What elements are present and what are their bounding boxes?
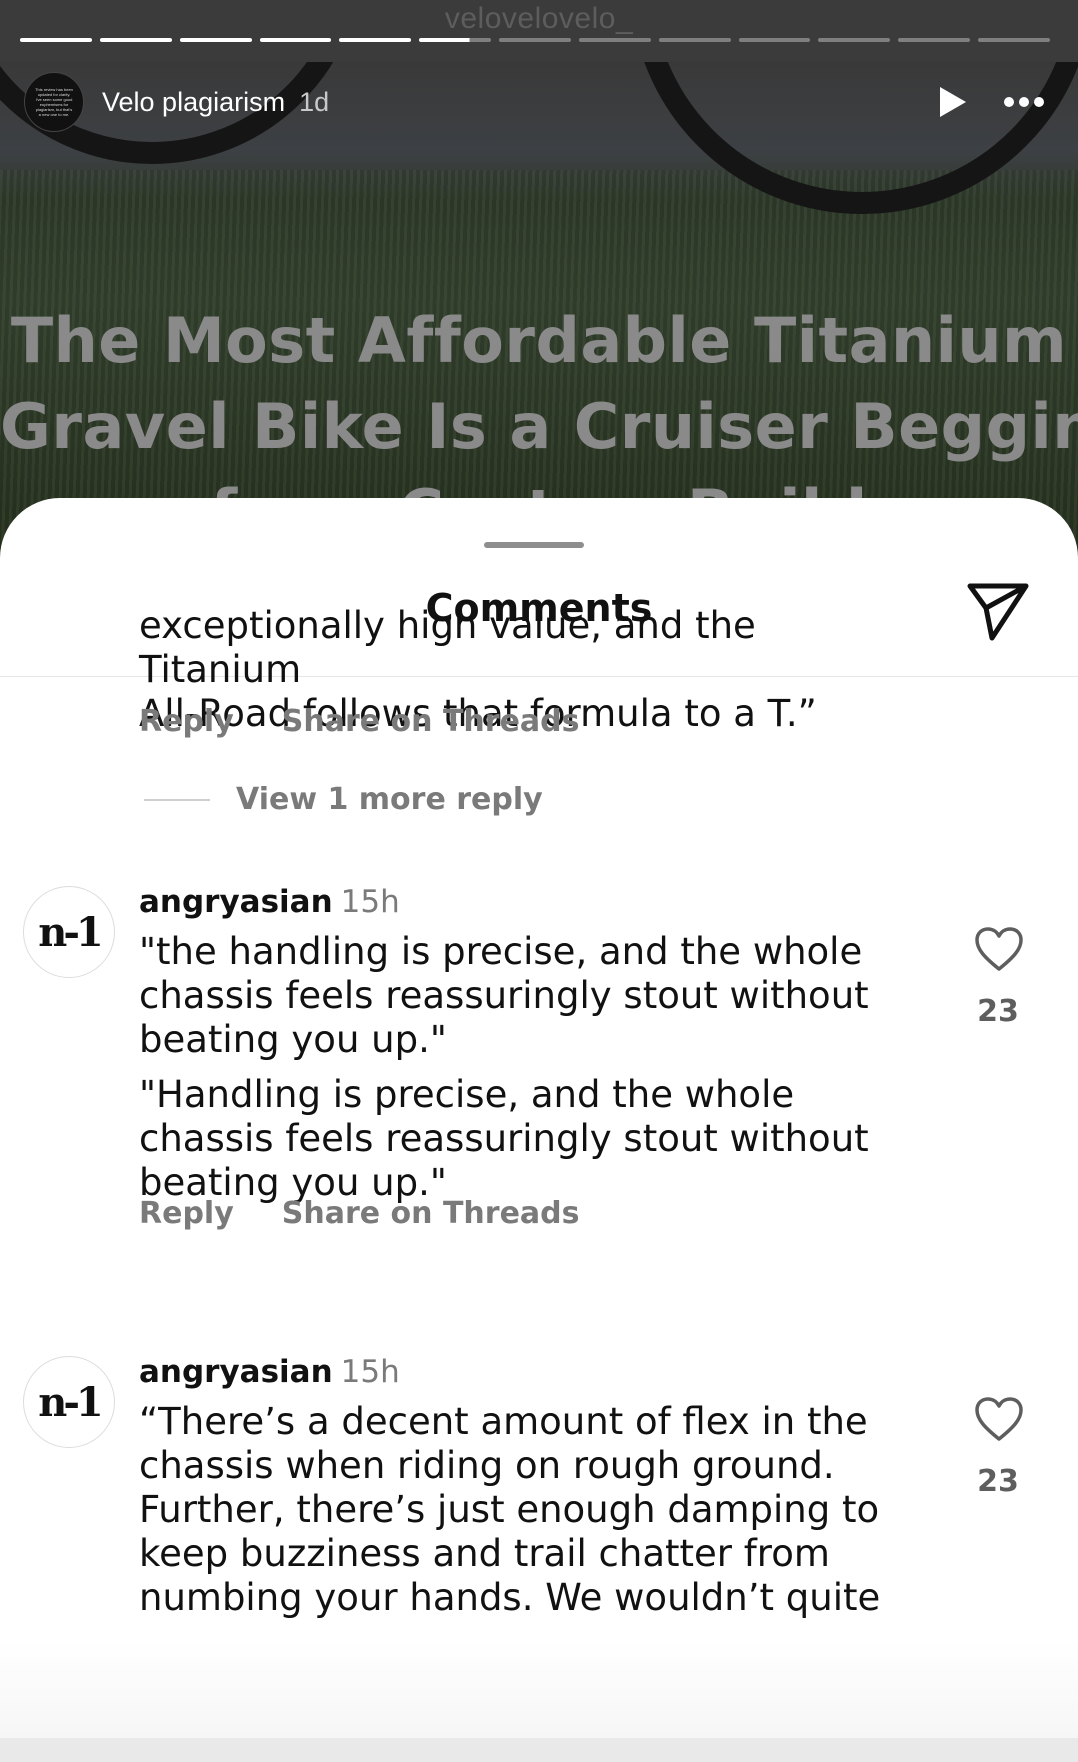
comment-line: chassis feels reassuringly stout without — [139, 974, 869, 1017]
story-progress-segment — [658, 38, 731, 42]
story-avatar-text: a new one to me. — [38, 112, 70, 117]
story-progress-segment — [339, 38, 412, 42]
comment-actions: Reply Share on Threads — [139, 1196, 580, 1231]
comment-line: keep buzziness and trail chatter from — [139, 1532, 830, 1575]
more-options-icon[interactable] — [1004, 97, 1044, 107]
headline-line: The Most Affordable Titanium — [10, 304, 1068, 377]
share-on-threads-button[interactable]: Share on Threads — [282, 704, 580, 739]
story-progress-segment — [818, 38, 891, 42]
story-avatar[interactable]: This review has been updated for clarity.… — [24, 72, 84, 132]
story-background: velovelovelo_ This review has been update… — [0, 0, 1078, 560]
heart-icon[interactable] — [974, 1396, 1024, 1442]
comment-text: "the handling is precise, and the whole … — [139, 930, 899, 1062]
comment-line: beating you up." — [139, 1018, 447, 1061]
like-count: 23 — [977, 994, 1019, 1029]
play-icon[interactable] — [940, 87, 966, 117]
comment-username[interactable]: angryasian — [139, 1354, 333, 1390]
story-progress-segment — [20, 38, 92, 42]
reply-button[interactable]: Reply — [139, 704, 234, 739]
comment-line: "Handling is precise, and the whole — [139, 1073, 795, 1116]
story-title[interactable]: Velo plagiarism — [102, 87, 285, 118]
story-age: 1d — [299, 86, 330, 117]
story-progress-segment — [898, 38, 971, 42]
comment-line: “There’s a decent amount of flex in the — [139, 1400, 868, 1443]
bottom-bar — [0, 1738, 1078, 1762]
reply-button[interactable]: Reply — [139, 1196, 234, 1231]
comment-time: 15h — [340, 884, 400, 920]
sheet-grabber-handle[interactable] — [484, 542, 584, 548]
story-progress-segment — [99, 38, 172, 42]
comment-line: chassis feels reassuringly stout without — [139, 1117, 869, 1160]
comment-line: Further, there’s just enough damping to — [139, 1488, 880, 1531]
like-count: 23 — [977, 1464, 1019, 1499]
story-progress-segment — [419, 38, 492, 42]
comment-line: exceptionally high value, and the Titani… — [139, 604, 756, 691]
comment-line: numbing your hands. We wouldn’t quite — [139, 1576, 881, 1619]
story-handle: velovelovelo_ — [444, 2, 634, 35]
view-more-line — [144, 798, 210, 801]
comment-time: 15h — [340, 1354, 400, 1390]
story-progress-segment — [259, 38, 332, 42]
comment-header: angryasian 15h — [139, 1354, 400, 1390]
comment-text-quote: "Handling is precise, and the whole chas… — [139, 1073, 899, 1205]
view-more-replies[interactable]: View 1 more reply — [144, 782, 543, 817]
view-more-replies-label[interactable]: View 1 more reply — [236, 782, 543, 817]
avatar[interactable]: n-1 — [23, 886, 115, 978]
story-progress-segment — [578, 38, 651, 42]
avatar[interactable]: n-1 — [23, 1356, 115, 1448]
share-on-threads-button[interactable]: Share on Threads — [282, 1196, 580, 1231]
comment-line: chassis when riding on rough ground. — [139, 1444, 835, 1487]
comment-text: “There’s a decent amount of flex in the … — [139, 1400, 899, 1620]
heart-icon[interactable] — [974, 926, 1024, 972]
partial-comment-actions: Reply Share on Threads — [139, 704, 580, 739]
story-progress-bar — [20, 38, 1050, 42]
story-top-strip: velovelovelo_ — [0, 0, 1078, 62]
headline-line: Gravel Bike Is a Cruiser Begging — [0, 390, 1078, 463]
comment-username[interactable]: angryasian — [139, 884, 333, 920]
story-progress-segment — [738, 38, 811, 42]
story-progress-segment — [978, 38, 1050, 42]
story-progress-segment — [179, 38, 252, 42]
story-header: This review has been updated for clarity.… — [24, 70, 1054, 134]
story-progress-segment — [499, 38, 571, 42]
comment-header: angryasian 15h — [139, 884, 400, 920]
send-icon[interactable] — [966, 580, 1030, 642]
comments-sheet: Comments exceptionally high value, and t… — [0, 498, 1078, 1762]
comment-line: "the handling is precise, and the whole — [139, 930, 863, 973]
